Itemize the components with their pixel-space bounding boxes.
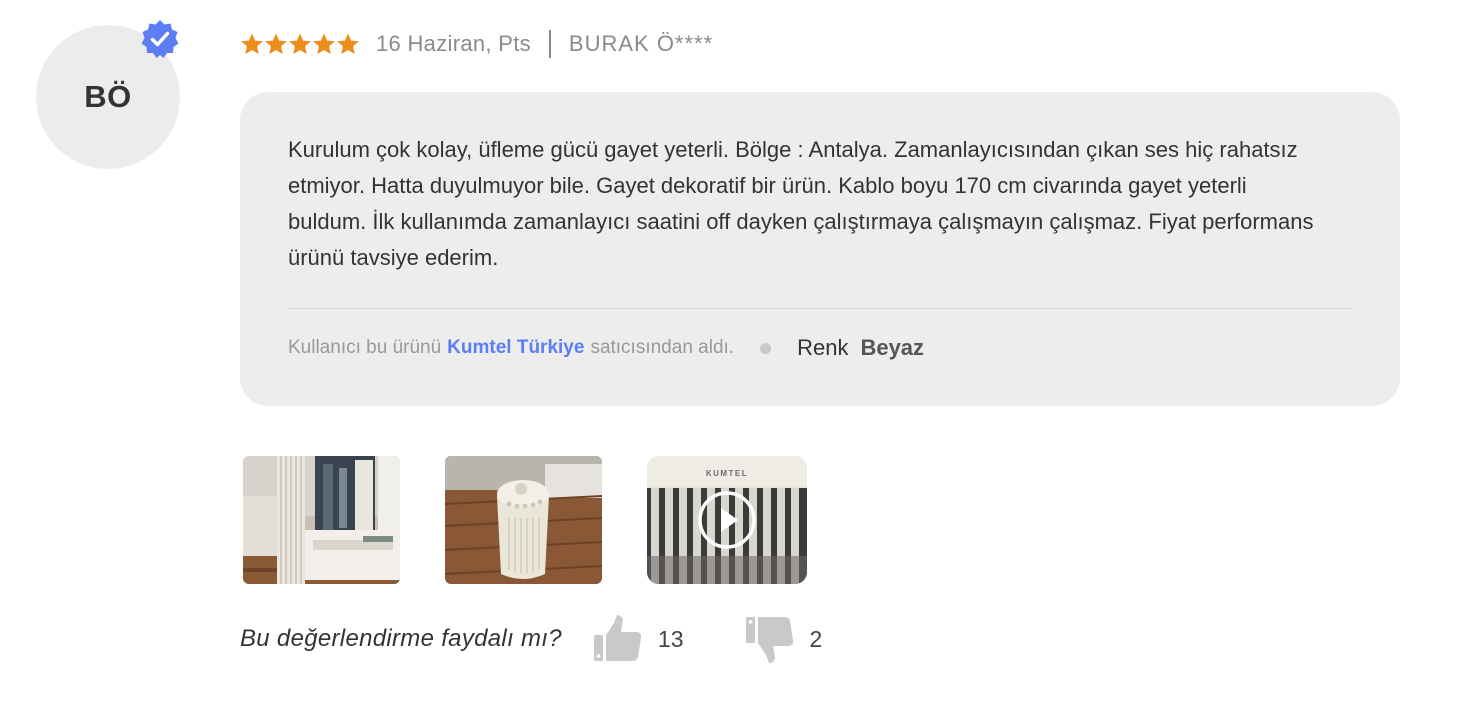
review-text: Kurulum çok kolay, üfleme gücü gayet yet… bbox=[288, 137, 1314, 270]
dislike-button[interactable]: 2 bbox=[744, 613, 823, 665]
like-count: 13 bbox=[657, 625, 684, 652]
helpful-row: Bu değerlendirme faydalı mı? 13 2 bbox=[240, 612, 822, 666]
dislike-count: 2 bbox=[809, 625, 823, 652]
review-video[interactable]: KUMTEL bbox=[647, 456, 807, 584]
attribute-label: Renk bbox=[797, 335, 849, 360]
video-brand-text: KUMTEL bbox=[706, 469, 748, 478]
review-date: 16 Haziran, Pts bbox=[376, 31, 531, 56]
review-media: KUMTEL bbox=[243, 456, 852, 584]
play-icon bbox=[698, 491, 756, 549]
attribute-value: Beyaz bbox=[860, 335, 925, 360]
review-photo-1[interactable] bbox=[243, 456, 400, 584]
verified-badge-icon bbox=[141, 20, 179, 58]
star-icon bbox=[337, 33, 359, 54]
review-meta: 16 Haziran, Pts BURAK Ö**** bbox=[240, 28, 713, 60]
thumbs-up-icon bbox=[593, 615, 642, 661]
thumbs-down-icon bbox=[745, 617, 793, 663]
meta-separator bbox=[548, 30, 551, 58]
reviewer-name: BURAK Ö**** bbox=[568, 31, 714, 56]
photo-2-image bbox=[445, 456, 602, 584]
seller-prefix: Kullanıcı bu ürünü bbox=[288, 337, 442, 358]
review-card: Kurulum çok kolay, üfleme gücü gayet yet… bbox=[240, 92, 1400, 406]
photo-1-image bbox=[243, 456, 400, 584]
star-icon bbox=[289, 33, 311, 54]
seller-link[interactable]: Kumtel Türkiye bbox=[447, 337, 584, 359]
card-divider bbox=[288, 308, 1352, 309]
star-icon bbox=[241, 33, 263, 54]
star-rating bbox=[240, 32, 360, 56]
star-icon bbox=[265, 33, 287, 54]
like-button[interactable]: 13 bbox=[592, 613, 684, 665]
seller-suffix: satıcısından aldı. bbox=[590, 337, 735, 358]
helpful-question: Bu değerlendirme faydalı mı? bbox=[240, 625, 562, 652]
star-icon bbox=[313, 33, 335, 54]
dot-separator bbox=[760, 342, 772, 354]
seller-info: Kullanıcı bu ürünü Kumtel Türkiye satıcı… bbox=[288, 334, 924, 362]
avatar-initials: BÖ bbox=[84, 79, 132, 114]
review-photo-2[interactable] bbox=[445, 456, 602, 584]
